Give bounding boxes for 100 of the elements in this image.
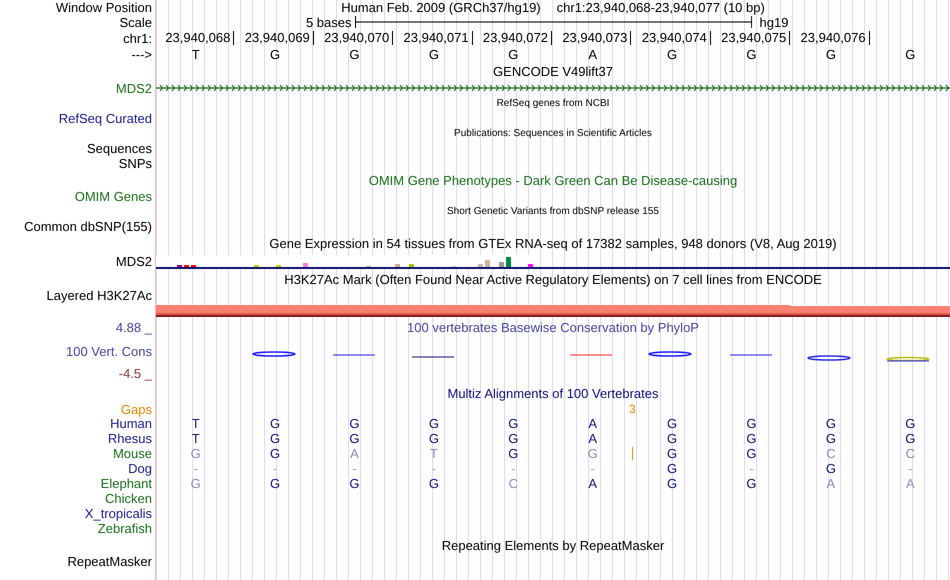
aligned-base: G	[667, 461, 678, 476]
aligned-base: G	[746, 446, 757, 461]
track-title: Repeating Elements by RepeatMasker	[442, 538, 664, 552]
row-label: chr1:	[123, 30, 152, 46]
row-label: --->	[131, 46, 152, 62]
aligned-base: G	[270, 446, 280, 461]
track-title: GENCODE V49lift37	[493, 64, 613, 78]
aligned-base: -	[511, 461, 516, 476]
aligned-base: G	[588, 446, 598, 461]
coordinate-label: 23,940,072	[482, 31, 552, 45]
aligned-base: T	[192, 416, 200, 431]
track-label[interactable]: MDS2	[116, 254, 152, 268]
aligned-base: T	[192, 431, 200, 446]
track-label[interactable]: SNPs	[118, 156, 152, 171]
track-title: Multiz Alignments of 100 Vertebrates	[447, 386, 658, 400]
aligned-base: -	[194, 461, 198, 476]
species-label[interactable]: Zebrafish	[98, 521, 152, 536]
track-title: Publications: Sequences in Scientific Articles	[454, 128, 652, 139]
aligned-base: C	[508, 476, 518, 491]
track-title: H3K27Ac Mark (Often Found Near Active Regulatory Elements) on 7 cell lines from ENCODE	[284, 272, 822, 286]
species-label[interactable]: Dog	[128, 461, 152, 476]
track-label[interactable]: 100 Vert. Cons	[66, 344, 152, 358]
track-label[interactable]: Layered H3K27Ac	[46, 288, 152, 303]
aligned-base: A	[588, 476, 598, 491]
aligned-base: -	[749, 461, 754, 476]
species-label[interactable]: Human	[110, 416, 152, 431]
base-letter: G	[667, 46, 678, 62]
aligned-base: G	[746, 476, 757, 491]
track-title: Short Genetic Variants from dbSNP release 155	[447, 206, 659, 217]
coordinate-label: 23,940,069	[244, 31, 314, 45]
track-label[interactable]: OMIM Genes	[74, 189, 152, 204]
coordinate-label: 23,940,075	[721, 31, 790, 45]
aligned-base: A	[906, 476, 915, 491]
track-title: 100 vertebrates Basewise Conservation by PhyloP	[407, 320, 699, 334]
species-label[interactable]: X_tropicalis	[84, 506, 152, 521]
track-title: Gene Expression in 54 tissues from GTEx RNA-seq of 17382 samples, 948 donors (V8, Aug 2019)	[269, 236, 837, 250]
gap-count: 3	[629, 402, 636, 416]
base-letter: G	[826, 46, 836, 62]
track-label[interactable]: Sequences	[86, 141, 152, 156]
base-letter: T	[192, 46, 200, 62]
aligned-base: G	[428, 416, 439, 431]
base-letter: G	[270, 46, 280, 62]
aligned-base: G	[428, 431, 439, 446]
aligned-base: G	[667, 431, 678, 446]
track-label[interactable]: RepeatMasker	[67, 554, 152, 569]
aligned-base: A	[826, 476, 836, 491]
aligned-base: -	[590, 461, 595, 476]
species-label[interactable]: Rhesus	[108, 431, 152, 446]
aligned-base: G	[349, 431, 360, 446]
aligned-base: G	[190, 476, 201, 491]
species-label[interactable]: Elephant	[100, 476, 152, 491]
aligned-base: G	[905, 416, 916, 431]
aligned-base: G	[270, 476, 280, 491]
coordinate-label: 23,940,070	[324, 31, 394, 45]
aligned-base: C	[906, 446, 915, 461]
aligned-base: G	[746, 431, 757, 446]
row-label: Scale	[119, 14, 152, 30]
track-label[interactable]: Common dbSNP(155)	[24, 219, 152, 234]
coordinate-label: 23,940,068	[165, 31, 234, 45]
track-label[interactable]: RefSeq Curated	[58, 111, 152, 126]
species-label[interactable]: Mouse	[112, 446, 152, 461]
track-label[interactable]: MDS2	[116, 80, 152, 96]
aligned-base: G	[190, 446, 201, 461]
position-text: chr1:23,940,068-23,940,077 (10 bp)	[556, 0, 765, 15]
insertion-mark	[632, 447, 634, 460]
base-letter: G	[508, 46, 518, 62]
aligned-base: A	[350, 446, 359, 461]
assembly-name: Human Feb. 2009 (GRCh37/hg19)	[341, 0, 541, 15]
aligned-base: -	[352, 461, 357, 476]
coordinate-label: 23,940,073	[562, 31, 632, 45]
aligned-base: G	[270, 416, 280, 431]
aligned-base: T	[430, 446, 438, 461]
aligned-base: G	[667, 476, 678, 491]
species-label[interactable]: Chicken	[105, 491, 152, 506]
aligned-base: -	[272, 461, 278, 476]
coordinate-label: 23,940,071	[404, 31, 473, 45]
aligned-base: G	[508, 416, 518, 431]
base-letter: G	[746, 46, 757, 62]
track-title: RefSeq genes from NCBI	[496, 98, 610, 109]
aligned-base: G	[667, 416, 678, 431]
row-label: Window Position	[56, 0, 152, 15]
aligned-base: A	[588, 431, 598, 446]
aligned-base: G	[508, 431, 518, 446]
assembly-label: hg19	[760, 14, 788, 30]
axis-label: -4.5 _	[118, 366, 152, 381]
aligned-base: G	[349, 416, 360, 431]
aligned-base: -	[432, 461, 436, 476]
coordinate-label: 23,940,074	[642, 31, 711, 45]
aligned-base: G	[508, 446, 518, 461]
aligned-base: G	[826, 461, 836, 476]
aligned-base: G	[349, 476, 360, 491]
track-title: OMIM Gene Phenotypes - Dark Green Can Be Disease-causing	[368, 172, 738, 188]
base-letter: G	[905, 46, 916, 62]
base-letter: G	[428, 46, 439, 62]
aligned-base: G	[826, 416, 836, 431]
aligned-base: G	[826, 431, 836, 446]
coordinate-label: 23,940,076	[800, 31, 870, 45]
axis-label: 4.88 _	[116, 320, 152, 334]
aligned-base: A	[588, 416, 598, 431]
aligned-base: C	[826, 446, 836, 461]
